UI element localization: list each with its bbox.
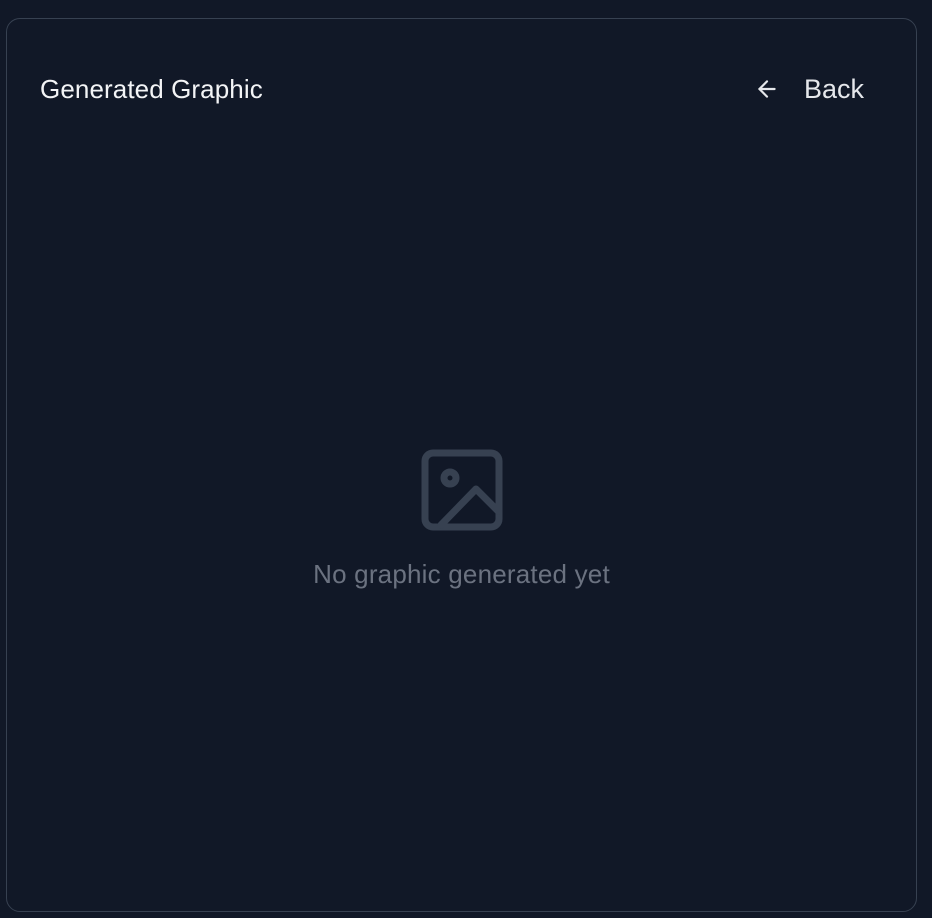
empty-state: No graphic generated yet <box>7 449 916 590</box>
back-button-label: Back <box>803 73 864 104</box>
panel-title: Generated Graphic <box>40 74 263 104</box>
back-button[interactable]: Back <box>754 67 864 111</box>
generated-graphic-panel: Generated Graphic Back No graphic genera… <box>6 18 917 912</box>
arrow-left-icon <box>754 76 780 102</box>
panel-header: Generated Graphic Back <box>7 67 916 111</box>
image-icon <box>421 449 503 531</box>
empty-state-message: No graphic generated yet <box>313 559 610 589</box>
